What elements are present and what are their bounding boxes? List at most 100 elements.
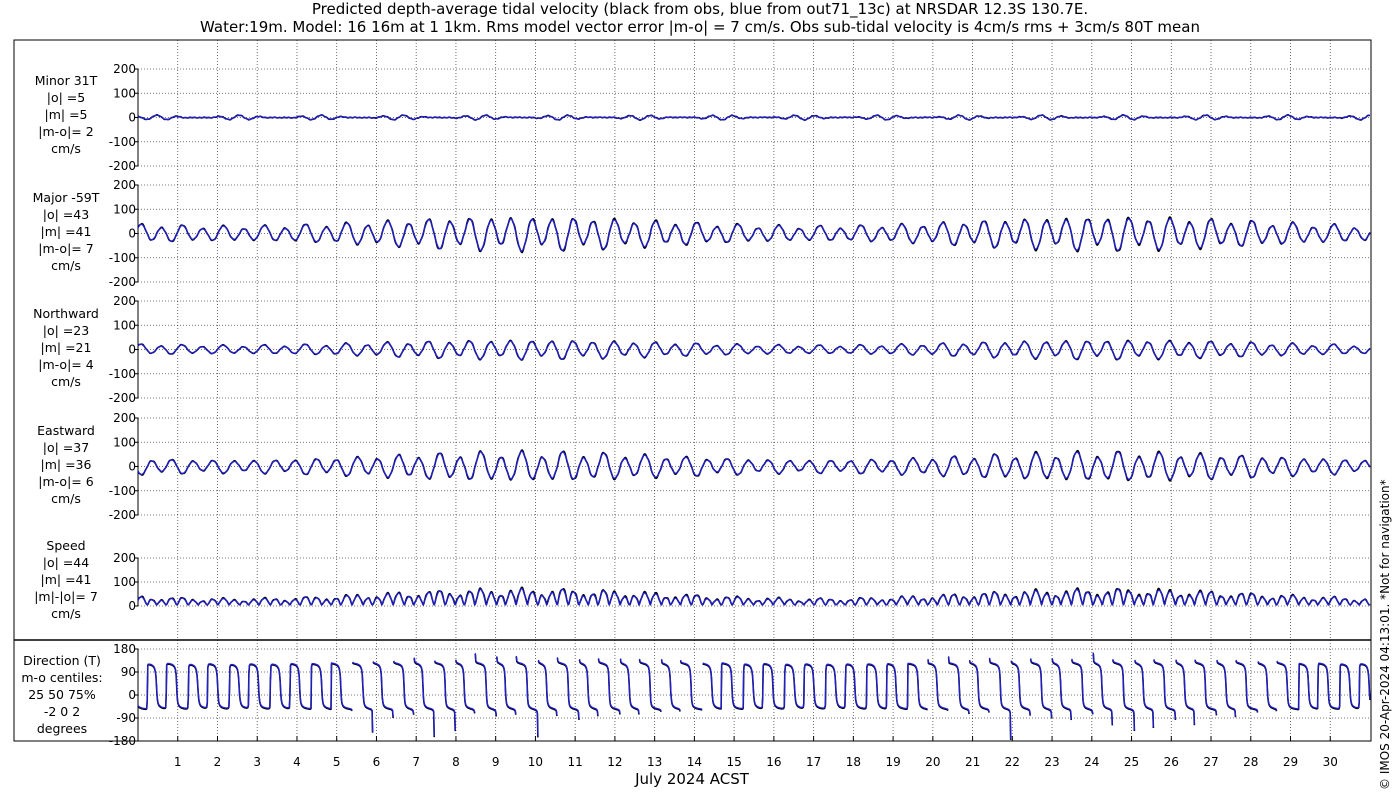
y-tick-label: 100 xyxy=(113,435,136,449)
x-tick-label: 26 xyxy=(1164,755,1179,769)
series-model-north xyxy=(137,340,1371,361)
panel-label-line: |m-o|= 7 xyxy=(38,241,93,256)
panel-label-line: Northward xyxy=(33,306,99,321)
panel-label-line: Direction (T) xyxy=(23,653,101,668)
x-axis-label: July 2024 ACST xyxy=(634,770,750,788)
y-tick-label: -200 xyxy=(109,159,136,173)
x-tick-label: 9 xyxy=(492,755,500,769)
y-tick-label: 90 xyxy=(121,665,136,679)
y-tick-label: -100 xyxy=(109,251,136,265)
panel-label-line: Major -59T xyxy=(33,190,100,205)
panel-label-line: cm/s xyxy=(51,491,81,506)
y-tick-label: -100 xyxy=(109,367,136,381)
panel-label-line: Minor 31T xyxy=(35,73,98,88)
series-obs-north xyxy=(137,339,1371,361)
x-tick-label: 16 xyxy=(766,755,781,769)
x-tick-label: 25 xyxy=(1124,755,1139,769)
x-tick-label: 6 xyxy=(373,755,381,769)
y-tick-label: 0 xyxy=(128,688,136,702)
y-tick-label: 0 xyxy=(128,111,136,125)
panel-label-line: degrees xyxy=(37,721,87,736)
x-tick-label: 28 xyxy=(1243,755,1258,769)
panel-speed: 200 100 0 Speed |o| =44 |m| =41 |m|-|o|= 7 cm/s xyxy=(34,538,1371,621)
x-tick-label: 11 xyxy=(568,755,583,769)
x-tick-label: 29 xyxy=(1283,755,1298,769)
y-tick-label: 0 xyxy=(128,460,136,474)
y-tick-label: 200 xyxy=(113,178,136,192)
panel-label-line: Speed xyxy=(46,538,85,553)
x-tick-label: 2 xyxy=(214,755,222,769)
panel-north: 200 100 0 -100 -200 Northward |o| =23 |m| =21 |m… xyxy=(33,294,1371,405)
x-tick-label: 30 xyxy=(1323,755,1338,769)
y-tick-label: 0 xyxy=(128,599,136,613)
panel-label-line: |m| =41 xyxy=(41,224,92,239)
y-tick-label: 180 xyxy=(113,642,136,656)
panel-direction: 180 90 0 -90 -180 Direction (T) m-o centiles: 2… xyxy=(21,642,1371,748)
panel-major: 200 100 0 -100 -200 Major -59T |o| =43 |m| =41 |… xyxy=(33,178,1371,289)
y-tick-label: 0 xyxy=(128,227,136,241)
panel-label-line: |m| =5 xyxy=(45,107,88,122)
x-tick-label: 20 xyxy=(925,755,940,769)
y-tick-label: -200 xyxy=(109,391,136,405)
x-tick-label: 18 xyxy=(846,755,861,769)
panel-label-line: |m| =36 xyxy=(41,457,92,472)
panel-minor: 200 100 0 -100 -200 Minor 31T |o| =5 |m| =5 |m-o… xyxy=(35,62,1371,173)
panel-label-line: |m-o|= 4 xyxy=(38,357,93,372)
y-tick-label: 0 xyxy=(128,343,136,357)
x-tick-label: 22 xyxy=(1005,755,1020,769)
x-tick-label: 12 xyxy=(607,755,622,769)
panel-east: 200 100 0 -100 -200 Eastward |o| =37 |m| =36 |m-… xyxy=(37,411,1371,522)
x-tick-label: 24 xyxy=(1084,755,1099,769)
series-model-direction xyxy=(137,652,1371,740)
y-tick-label: 100 xyxy=(113,575,136,589)
y-tick-label: 100 xyxy=(113,202,136,216)
y-tick-label: 200 xyxy=(113,62,136,76)
y-tick-label: 100 xyxy=(113,86,136,100)
y-tick-label: -180 xyxy=(109,734,136,748)
panel-label-line: -2 0 2 xyxy=(44,704,80,719)
panel-label-line: |m-o|= 2 xyxy=(38,124,93,139)
y-tick-label: -200 xyxy=(109,508,136,522)
panel-label-line: cm/s xyxy=(51,606,81,621)
x-tick-label: 8 xyxy=(452,755,460,769)
panel-label-line: |o| =44 xyxy=(43,555,89,570)
panel-label-line: |o| =43 xyxy=(43,207,89,222)
panel-label-line: |m|-|o|= 7 xyxy=(34,589,98,604)
x-tick-label: 21 xyxy=(965,755,980,769)
y-tick-label: 200 xyxy=(113,294,136,308)
x-tick-label: 23 xyxy=(1044,755,1059,769)
x-tick-label: 5 xyxy=(333,755,341,769)
x-tick-label: 10 xyxy=(528,755,543,769)
y-tick-label: 200 xyxy=(113,551,136,565)
series-model-major xyxy=(137,218,1371,252)
panel-label-line: |m| =41 xyxy=(41,572,92,587)
panel-label-line: |o| =37 xyxy=(43,440,89,455)
y-tick-label: 200 xyxy=(113,411,136,425)
x-tick-label: 15 xyxy=(726,755,741,769)
panel-label-line: cm/s xyxy=(51,374,81,389)
panel-label-line: |m| =21 xyxy=(41,340,92,355)
tidal-velocity-chart: 2001000-100-200Minor 31T|o| =5|m| =5|m-o… xyxy=(13,39,1372,788)
panel-label-line: 25 50 75% xyxy=(28,687,96,702)
x-tick-label: 13 xyxy=(647,755,662,769)
panel-label-line: cm/s xyxy=(51,141,81,156)
panel-label-line: |o| =23 xyxy=(43,323,89,338)
y-tick-label: -90 xyxy=(116,711,136,725)
y-tick-label: 100 xyxy=(113,318,136,332)
y-tick-label: -100 xyxy=(109,135,136,149)
x-tick-label: 14 xyxy=(687,755,702,769)
panel-label-line: cm/s xyxy=(51,258,81,273)
panel-label-line: |m-o|= 6 xyxy=(38,474,93,489)
x-tick-label: 19 xyxy=(885,755,900,769)
panel-label-line: Eastward xyxy=(37,423,95,438)
panel-label-line: m-o centiles: xyxy=(21,670,102,685)
y-tick-label: -200 xyxy=(109,275,136,289)
series-obs-major xyxy=(137,216,1371,254)
x-tick-label: 27 xyxy=(1203,755,1218,769)
copyright-notice: © IMOS 20-Apr-2024 04:13:01. *Not for na… xyxy=(1378,479,1392,790)
x-tick-label: 17 xyxy=(806,755,821,769)
x-tick-label: 7 xyxy=(412,755,420,769)
y-tick-label: -100 xyxy=(109,484,136,498)
panel-label-line: |o| =5 xyxy=(47,90,85,105)
x-tick-label: 4 xyxy=(293,755,301,769)
